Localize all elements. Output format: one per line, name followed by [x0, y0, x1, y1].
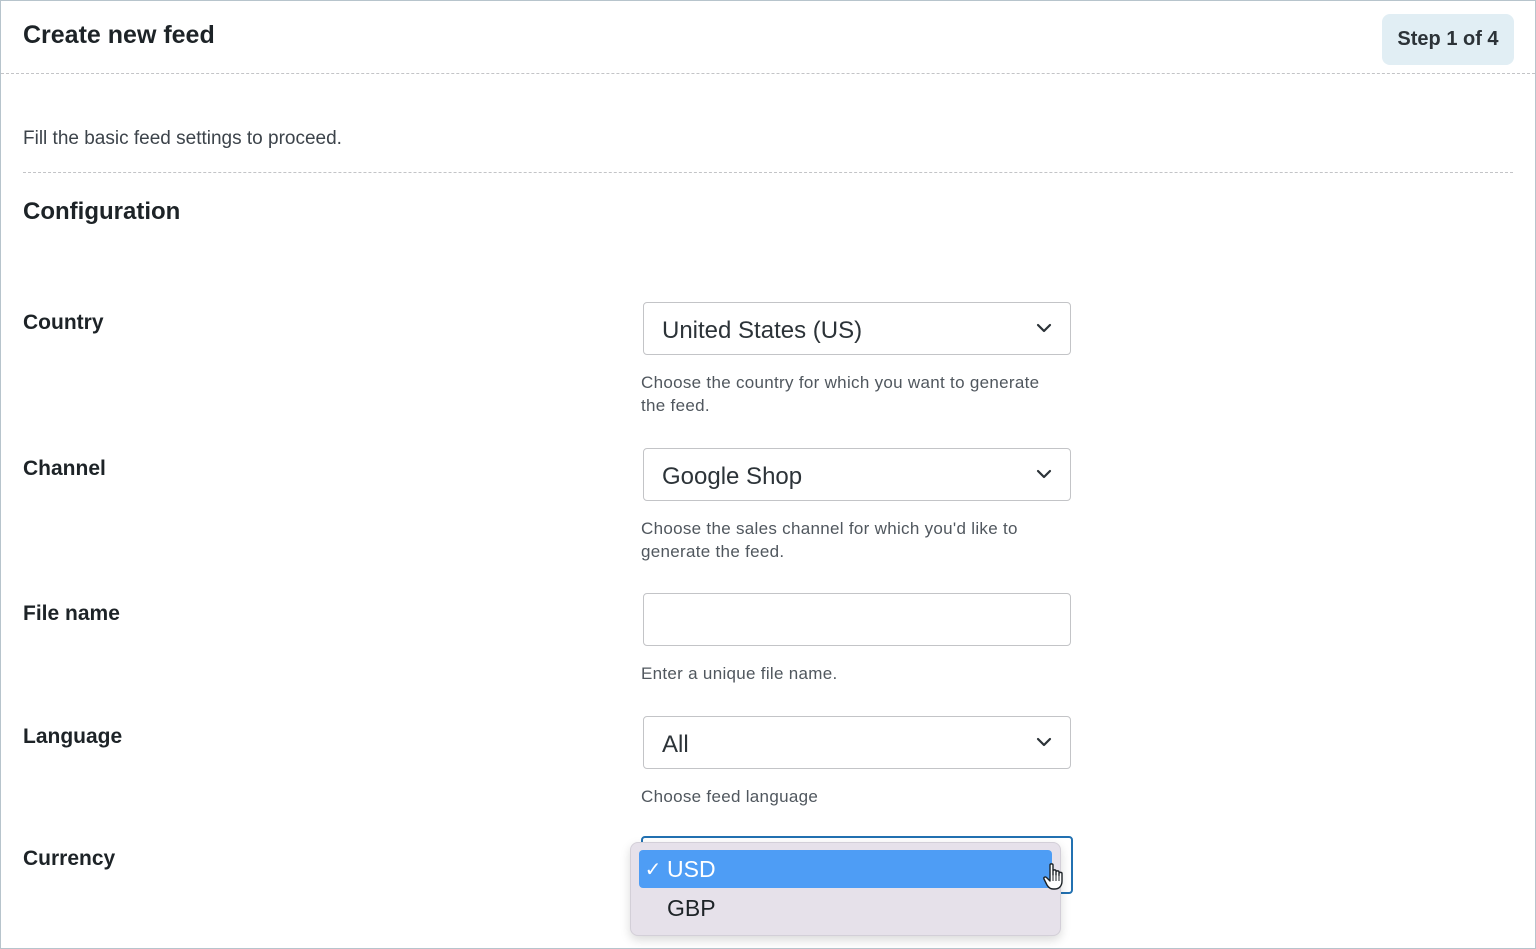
section-title: Configuration	[23, 198, 181, 225]
file-name-help: Enter a unique file name.	[641, 664, 838, 683]
country-label: Country	[23, 311, 104, 334]
channel-label: Channel	[23, 457, 106, 480]
intro-text: Fill the basic feed settings to proceed.	[23, 128, 342, 149]
page-header: Create new feed Step 1 of 4	[1, 1, 1535, 74]
currency-option-usd[interactable]: ✓ USD	[639, 850, 1052, 888]
hand-pointer-icon	[1043, 863, 1063, 890]
file-name-label: File name	[23, 602, 120, 625]
currency-option-label: GBP	[667, 894, 716, 921]
language-select[interactable]: All	[643, 716, 1071, 769]
channel-help: Choose the sales channel for which you'd…	[641, 519, 1018, 561]
checkmark-icon: ✓	[644, 858, 662, 881]
country-help: Choose the country for which you want to…	[641, 373, 1040, 415]
file-name-input[interactable]	[643, 593, 1071, 646]
channel-select-value: Google Shop	[662, 463, 803, 490]
currency-dropdown-menu: ✓ USD GBP	[630, 842, 1061, 936]
currency-option-label: USD	[667, 855, 716, 882]
chevron-down-icon	[1036, 323, 1052, 333]
currency-label: Currency	[23, 847, 116, 870]
country-select-value: United States (US)	[662, 317, 863, 344]
currency-option-gbp[interactable]: GBP	[639, 889, 1052, 927]
country-select[interactable]: United States (US)	[643, 302, 1071, 355]
language-label: Language	[23, 725, 123, 748]
chevron-down-icon	[1036, 737, 1052, 747]
channel-select[interactable]: Google Shop	[643, 448, 1071, 501]
language-select-value: All	[662, 731, 689, 758]
page-title: Create new feed	[23, 21, 215, 49]
section-divider	[23, 172, 1513, 173]
chevron-down-icon	[1036, 469, 1052, 479]
language-help: Choose feed language	[641, 787, 819, 806]
step-badge: Step 1 of 4	[1382, 14, 1514, 65]
